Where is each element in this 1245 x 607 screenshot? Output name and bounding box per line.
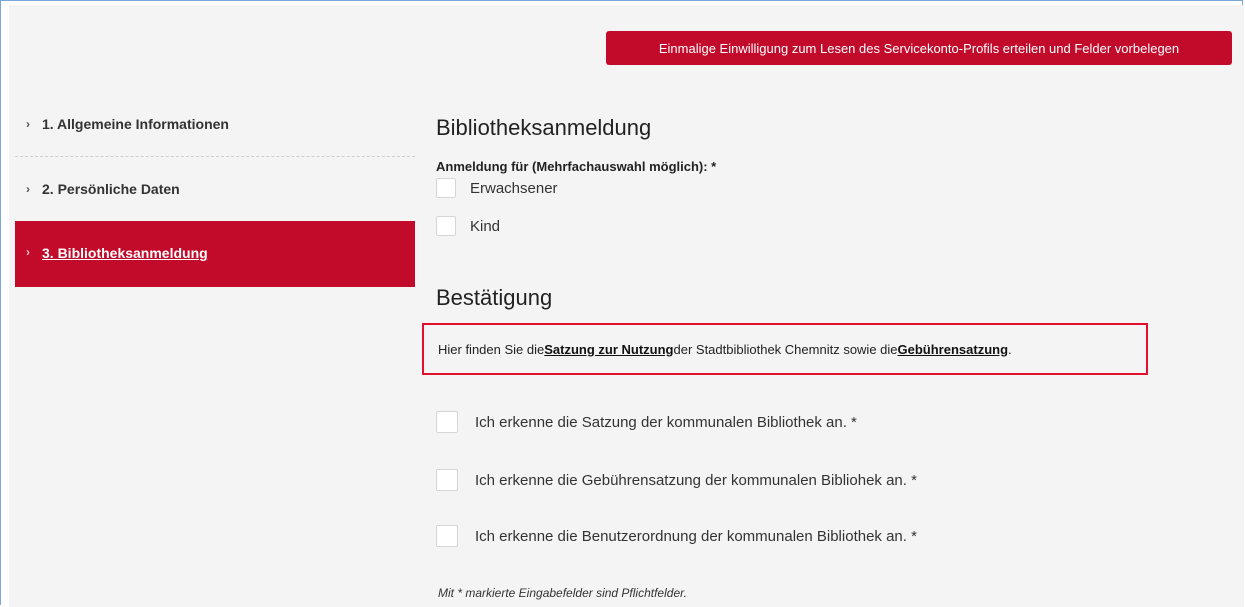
- sidebar-item-label: 2. Persönliche Daten: [42, 181, 180, 197]
- fees-checkbox[interactable]: [436, 469, 458, 491]
- sidebar-item-label: 3. Bibliotheksanmeldung: [42, 245, 208, 261]
- child-checkbox[interactable]: [436, 216, 456, 236]
- usage-statute-link[interactable]: Satzung zur Nutzung: [544, 342, 673, 357]
- statute-notice: Hier finden Sie die Satzung zur Nutzung …: [422, 323, 1148, 375]
- notice-text: .: [1008, 341, 1012, 357]
- child-checkbox-label: Kind: [470, 217, 501, 235]
- fee-statute-link[interactable]: Gebührensatzung: [898, 342, 1009, 357]
- agreement-user-rules[interactable]: Ich erkenne die Benutzerordnung der komm…: [436, 525, 917, 547]
- notice-text: Hier finden Sie die: [438, 341, 545, 357]
- sidebar-item-label: 1. Allgemeine Informationen: [42, 116, 229, 132]
- agreement-fees[interactable]: Ich erkenne die Gebührensatzung der komm…: [436, 469, 917, 491]
- adult-checkbox[interactable]: [436, 178, 456, 198]
- consent-prefill-button[interactable]: Einmalige Einwilligung zum Lesen des Ser…: [606, 31, 1232, 65]
- option-adult[interactable]: Erwachsener: [436, 178, 558, 198]
- step-navigation: › 1. Allgemeine Informationen › 2. Persö…: [15, 92, 415, 287]
- user-rules-checkbox-label: Ich erkenne die Benutzerordnung der komm…: [475, 527, 917, 545]
- agreement-statute[interactable]: Ich erkenne die Satzung der kommunalen B…: [436, 411, 857, 433]
- sidebar-item-library-registration[interactable]: › 3. Bibliotheksanmeldung: [15, 221, 415, 287]
- statute-checkbox[interactable]: [436, 411, 458, 433]
- notice-text: der Stadtbibliothek Chemnitz sowie die: [673, 341, 898, 357]
- fees-checkbox-label: Ich erkenne die Gebührensatzung der komm…: [475, 471, 917, 489]
- chevron-right-icon: ›: [26, 117, 30, 131]
- required-fields-note: Mit * markierte Eingabefelder sind Pflic…: [438, 586, 687, 600]
- registration-section-title: Bibliotheksanmeldung: [436, 115, 652, 140]
- registration-field-label: Anmeldung für (Mehrfachauswahl möglich):…: [436, 159, 717, 174]
- chevron-right-icon: ›: [26, 182, 30, 196]
- user-rules-checkbox[interactable]: [436, 525, 458, 547]
- statute-checkbox-label: Ich erkenne die Satzung der kommunalen B…: [475, 413, 857, 431]
- adult-checkbox-label: Erwachsener: [470, 179, 558, 197]
- confirmation-section-title: Bestätigung: [436, 285, 553, 310]
- option-child[interactable]: Kind: [436, 216, 500, 236]
- sidebar-item-general-info[interactable]: › 1. Allgemeine Informationen: [15, 92, 415, 156]
- sidebar-item-personal-data[interactable]: › 2. Persönliche Daten: [15, 157, 415, 221]
- chevron-right-icon: ›: [26, 245, 30, 259]
